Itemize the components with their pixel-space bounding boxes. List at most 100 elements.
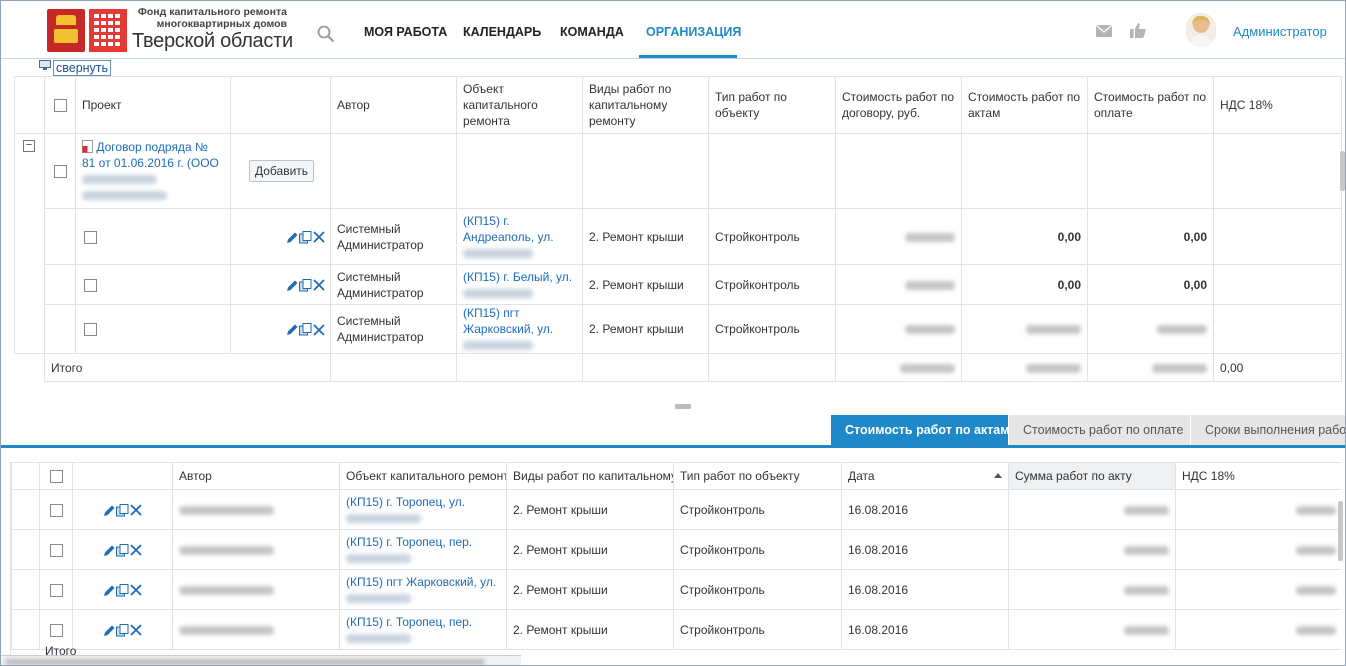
row-cost-payment: 0,00 [1087, 208, 1214, 265]
top-header: Фонд капитального ремонта многоквартирны… [1, 1, 1345, 59]
row-checkbox[interactable] [84, 323, 97, 337]
object-link[interactable]: (КП15) г. Андреаполь, ул. [463, 214, 554, 244]
object-link[interactable]: (КП15) г. Торопец, пер. [346, 615, 472, 629]
group-row: Договор подряда № 81 от 01.06.2016 г. (О… [14, 133, 1342, 209]
nav-organization[interactable]: ОРГАНИЗАЦИЯ [646, 25, 741, 39]
row-checkbox[interactable] [49, 543, 63, 557]
edit-pencil-icon[interactable] [103, 584, 116, 597]
delete-x-icon[interactable] [129, 583, 143, 597]
collapse-link[interactable]: свернуть [53, 60, 112, 76]
col-work-kind: Виды работ по капитальному [506, 462, 674, 490]
add-button[interactable]: Добавить [249, 160, 315, 182]
edit-pencil-icon[interactable] [103, 504, 116, 517]
col-act-sum: Сумма работ по акту [1008, 462, 1176, 490]
col-author: Автор [330, 76, 457, 134]
row-work-kind: 2. Ремонт крыши [582, 264, 709, 305]
row-work-kind: 2. Ремонт крыши [506, 609, 674, 650]
object-link[interactable]: (КП15) пгт Жарковский, ул. [346, 575, 496, 589]
row-checkbox[interactable] [84, 230, 97, 244]
nav-team[interactable]: КОМАНДА [560, 25, 624, 39]
tab-cost-payment[interactable]: Стоимость работ по оплате [1009, 415, 1190, 445]
row-work-kind: 2. Ремонт крыши [506, 569, 674, 610]
document-icon [82, 140, 93, 153]
row-checkbox[interactable] [49, 503, 63, 517]
table-row: (КП15) г. Торопец, пер. 2. Ремонт крыши … [11, 529, 1341, 570]
col-object: Объект капитального ремонта [456, 76, 583, 134]
edit-pencil-icon[interactable] [286, 279, 299, 292]
mail-icon[interactable] [1096, 25, 1112, 37]
copy-icon[interactable] [115, 543, 129, 557]
edit-pencil-icon[interactable] [103, 544, 116, 557]
edit-pencil-icon[interactable] [286, 323, 299, 336]
acts-table-area: Автор Объект капитального ремонта Виды р… [10, 462, 1341, 662]
delete-x-icon[interactable] [312, 278, 326, 292]
edit-pencil-icon[interactable] [286, 231, 299, 244]
row-work-type: Стройконтроль [708, 208, 836, 265]
row-date: 16.08.2016 [841, 489, 1009, 530]
row-work-type: Стройконтроль [673, 489, 842, 530]
contract-link[interactable]: Договор подряда № 81 от 01.06.2016 г. (О… [82, 140, 219, 170]
delete-x-icon[interactable] [129, 503, 143, 517]
delete-x-icon[interactable] [312, 323, 326, 337]
building-logo-icon [89, 9, 127, 52]
total-vat: 0,00 [1213, 353, 1342, 382]
copy-icon[interactable] [299, 230, 312, 244]
row-date: 16.08.2016 [841, 609, 1009, 650]
col-cost-contract: Стоимость работ по договору, руб. [835, 76, 962, 134]
row-work-type: Стройконтроль [673, 529, 842, 570]
row-checkbox[interactable] [49, 583, 63, 597]
col-work-type: Тип работ по объекту [673, 462, 842, 490]
col-vat: НДС 18% [1213, 76, 1342, 134]
object-link[interactable]: (КП15) пгт Жарковский, ул. [463, 306, 553, 336]
table-row: (КП15) г. Торопец, пер. 2. Ремонт крыши … [11, 609, 1341, 650]
nav-my-work[interactable]: МОЯ РАБОТА [364, 25, 447, 39]
tab-cost-acts[interactable]: Стоимость работ по актам [831, 415, 1008, 445]
user-avatar[interactable] [1186, 13, 1216, 47]
row-checkbox[interactable] [49, 623, 63, 637]
col-project: Проект [75, 76, 231, 134]
lower-scrollbar[interactable] [1338, 501, 1343, 561]
col-cost-acts: Стоимость работ по актам [961, 76, 1088, 134]
col-vat: НДС 18% [1175, 462, 1341, 490]
copy-icon[interactable] [299, 278, 312, 292]
col-work-kind: Виды работ по капитальному ремонту [582, 76, 709, 134]
object-link[interactable]: (КП15) г. Торопец, пер. [346, 535, 472, 549]
col-work-type: Тип работ по объекту [708, 76, 836, 134]
row-cost-acts: 0,00 [961, 208, 1088, 265]
total-label: Итого [44, 353, 331, 382]
row-author: Системный Администратор [330, 208, 457, 265]
logo-text-line1: Фонд капитального ремонта [137, 6, 287, 18]
delete-x-icon[interactable] [129, 543, 143, 557]
copy-icon[interactable] [299, 323, 312, 336]
sort-asc-icon[interactable] [994, 473, 1002, 478]
splitter-handle[interactable] [675, 404, 691, 409]
row-work-type: Стройконтроль [673, 609, 842, 650]
row-date: 16.08.2016 [841, 569, 1009, 610]
user-name-link[interactable]: Администратор [1233, 24, 1327, 39]
group-checkbox[interactable] [53, 165, 67, 179]
delete-x-icon[interactable] [312, 230, 326, 244]
copy-icon[interactable] [115, 623, 129, 637]
upper-scrollbar[interactable] [1340, 151, 1345, 191]
nav-calendar[interactable]: КАЛЕНДАРЬ [463, 25, 541, 39]
select-all-checkbox[interactable] [49, 470, 63, 484]
copy-icon[interactable] [115, 503, 129, 517]
copy-icon[interactable] [115, 583, 129, 597]
tab-bar-line [1, 445, 1345, 448]
group-collapse-toggle[interactable]: − [23, 140, 35, 152]
monitor-icon [39, 60, 51, 70]
edit-pencil-icon[interactable] [103, 624, 116, 637]
search-icon[interactable] [317, 25, 335, 43]
row-checkbox[interactable] [84, 278, 97, 292]
object-link[interactable]: (КП15) г. Белый, ул. [463, 270, 572, 284]
object-link[interactable]: (КП15) г. Торопец, ул. [346, 495, 465, 509]
row-author: Системный Администратор [330, 264, 457, 305]
contracts-table: Проект Автор Объект капитального ремонта… [14, 76, 1342, 382]
select-all-checkbox[interactable] [53, 99, 67, 113]
table-row: (КП15) г. Торопец, ул. 2. Ремонт крыши С… [11, 489, 1341, 530]
delete-x-icon[interactable] [129, 623, 143, 637]
thumbs-up-icon[interactable] [1130, 23, 1146, 38]
row-date: 16.08.2016 [841, 529, 1009, 570]
row-cost-payment: 0,00 [1087, 264, 1214, 305]
tab-deadlines[interactable]: Сроки выполнения работ [1191, 415, 1345, 445]
